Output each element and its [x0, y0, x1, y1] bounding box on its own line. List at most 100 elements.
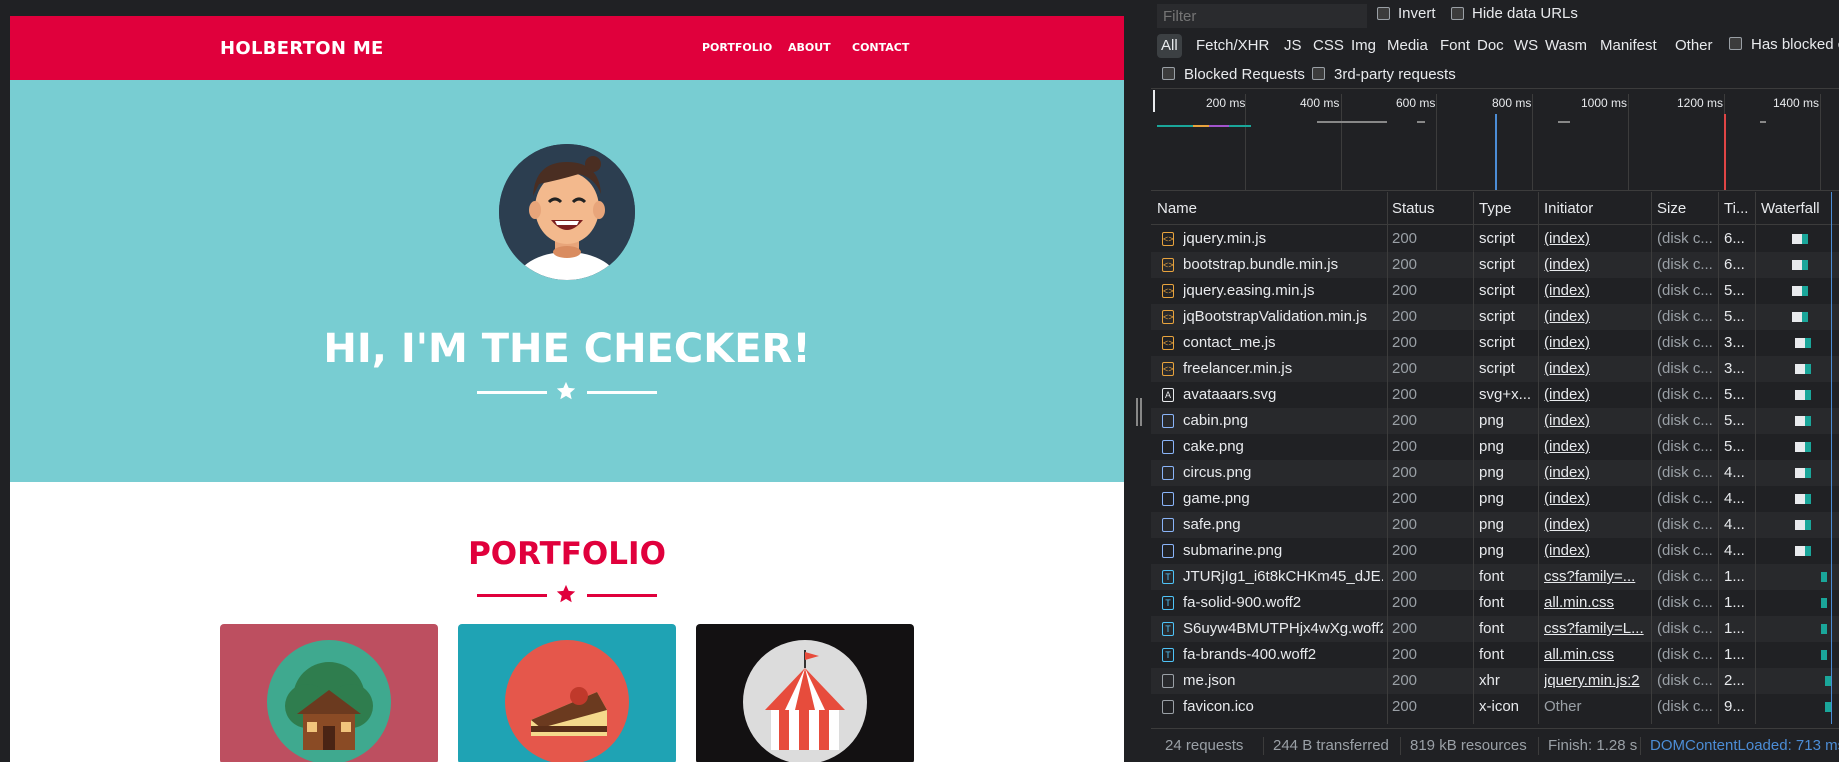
splitter-grip[interactable]	[1136, 398, 1142, 426]
table-row[interactable]: <> freelancer.min.js 200 script (index) (disk…	[1151, 356, 1839, 382]
request-name[interactable]: S6uyw4BMUTPHjx4wXg.woff2	[1183, 620, 1383, 637]
load-marker	[1724, 114, 1726, 190]
request-initiator[interactable]: (index)	[1544, 516, 1648, 533]
type-filter-other[interactable]: Other	[1675, 34, 1713, 58]
type-filter-wasm[interactable]: Wasm	[1545, 34, 1587, 58]
site-brand[interactable]: HOLBERTON ME	[220, 38, 384, 59]
third-party-checkbox[interactable]	[1312, 67, 1325, 80]
table-row[interactable]: T S6uyw4BMUTPHjx4wXg.woff2 200 font css?fami…	[1151, 616, 1839, 642]
request-name[interactable]: avataaars.svg	[1183, 386, 1383, 403]
request-name[interactable]: submarine.png	[1183, 542, 1383, 559]
table-row[interactable]: me.json 200 xhr jquery.min.js:2 (disk c... 2.…	[1151, 668, 1839, 694]
request-initiator[interactable]: (index)	[1544, 490, 1648, 507]
column-header-name[interactable]: Name	[1157, 200, 1197, 217]
request-name[interactable]: jqBootstrapValidation.min.js	[1183, 308, 1383, 325]
request-initiator[interactable]: css?family=...	[1544, 568, 1648, 585]
waterfall-bar	[1821, 572, 1827, 582]
nav-link-about[interactable]: ABOUT	[788, 41, 831, 54]
table-row[interactable]: <> jqBootstrapValidation.min.js 200 script (…	[1151, 304, 1839, 330]
table-row[interactable]: cake.png 200 png (index) (disk c... 5...	[1151, 434, 1839, 460]
request-initiator[interactable]: (index)	[1544, 230, 1648, 247]
request-name[interactable]: fa-solid-900.woff2	[1183, 594, 1383, 611]
request-initiator[interactable]: (index)	[1544, 334, 1648, 351]
column-header-initiator[interactable]: Initiator	[1544, 200, 1593, 217]
request-name[interactable]: game.png	[1183, 490, 1383, 507]
request-initiator[interactable]: (index)	[1544, 542, 1648, 559]
request-name[interactable]: jquery.easing.min.js	[1183, 282, 1383, 299]
network-status-bar: 24 requests 244 B transferred 819 kB res…	[1151, 728, 1839, 762]
type-filter-media[interactable]: Media	[1387, 34, 1428, 58]
blocked-requests-checkbox[interactable]	[1162, 67, 1175, 80]
request-name[interactable]: fa-brands-400.woff2	[1183, 646, 1383, 663]
request-name[interactable]: JTURjIg1_i6t8kCHKm45_dJE...	[1183, 568, 1383, 585]
request-initiator[interactable]: (index)	[1544, 386, 1648, 403]
request-name[interactable]: favicon.ico	[1183, 698, 1383, 715]
request-name[interactable]: jquery.min.js	[1183, 230, 1383, 247]
portfolio-card-cake[interactable]	[458, 624, 676, 762]
request-initiator[interactable]: (index)	[1544, 256, 1648, 273]
table-row[interactable]: cabin.png 200 png (index) (disk c... 5...	[1151, 408, 1839, 434]
column-header-size[interactable]: Size	[1657, 200, 1686, 217]
request-initiator[interactable]: jquery.min.js:2	[1544, 672, 1648, 689]
type-filter-doc[interactable]: Doc	[1477, 34, 1504, 58]
table-row[interactable]: Tfa-brands-400.woff2 200 font all.min.css (d…	[1151, 642, 1839, 668]
column-header-time[interactable]: Ti...	[1724, 200, 1748, 217]
table-row[interactable]: favicon.ico 200 x-icon Other (disk c... 9...	[1151, 694, 1839, 720]
request-initiator[interactable]: all.min.css	[1544, 594, 1648, 611]
request-initiator[interactable]: (index)	[1544, 412, 1648, 429]
type-filter-all[interactable]: All	[1157, 34, 1182, 58]
type-filter-ws[interactable]: WS	[1514, 34, 1538, 58]
script-icon: <>	[1162, 362, 1174, 376]
table-row[interactable]: <> contact_me.js 200 script (index) (disk c..…	[1151, 330, 1839, 356]
table-row[interactable]: <> jquery.easing.min.js 200 script (index) (d…	[1151, 278, 1839, 304]
request-type: font	[1479, 594, 1505, 611]
request-name[interactable]: circus.png	[1183, 464, 1383, 481]
portfolio-card-cabin[interactable]	[220, 624, 438, 762]
table-row[interactable]: Tfa-solid-900.woff2 200 font all.min.css (di…	[1151, 590, 1839, 616]
nav-link-contact[interactable]: CONTACT	[852, 41, 909, 54]
request-status: 200	[1392, 230, 1418, 247]
hide-data-urls-checkbox[interactable]	[1451, 7, 1464, 20]
has-blocked-cookies-checkbox[interactable]	[1729, 37, 1742, 50]
column-header-status[interactable]: Status	[1392, 200, 1435, 217]
filter-input[interactable]	[1157, 4, 1367, 28]
request-name[interactable]: freelancer.min.js	[1183, 360, 1383, 377]
request-name[interactable]: me.json	[1183, 672, 1383, 689]
table-row[interactable]: <> jquery.min.js 200 script (index) (disk c..…	[1151, 226, 1839, 252]
column-header-waterfall[interactable]: Waterfall	[1761, 200, 1820, 217]
request-initiator[interactable]: css?family=L...	[1544, 620, 1648, 637]
request-initiator[interactable]: (index)	[1544, 360, 1648, 377]
table-row[interactable]: <> bootstrap.bundle.min.js 200 script (index…	[1151, 252, 1839, 278]
table-row[interactable]: circus.png 200 png (index) (disk c... 4...	[1151, 460, 1839, 486]
type-filter-img[interactable]: Img	[1351, 34, 1376, 58]
table-row[interactable]: T JTURjIg1_i6t8kCHKm45_dJE... 200 font css?f…	[1151, 564, 1839, 590]
table-row[interactable]: submarine.png 200 png (index) (disk c... 4...	[1151, 538, 1839, 564]
request-initiator[interactable]: (index)	[1544, 438, 1648, 455]
type-filter-js[interactable]: JS	[1284, 34, 1302, 58]
table-row[interactable]: Aavataaars.svg 200 svg+x... (index) (disk c.…	[1151, 382, 1839, 408]
request-initiator[interactable]: all.min.css	[1544, 646, 1648, 663]
type-filter-font[interactable]: Font	[1440, 34, 1470, 58]
request-initiator[interactable]: (index)	[1544, 308, 1648, 325]
portfolio-card-circus[interactable]	[696, 624, 914, 762]
column-header-type[interactable]: Type	[1479, 200, 1512, 217]
request-name[interactable]: cabin.png	[1183, 412, 1383, 429]
table-row[interactable]: game.png 200 png (index) (disk c... 4...	[1151, 486, 1839, 512]
request-name[interactable]: contact_me.js	[1183, 334, 1383, 351]
request-status: 200	[1392, 646, 1418, 663]
panel-splitter[interactable]	[1128, 0, 1151, 762]
request-name[interactable]: cake.png	[1183, 438, 1383, 455]
request-initiator[interactable]: Other	[1544, 698, 1648, 715]
nav-link-portfolio[interactable]: PORTFOLIO	[702, 41, 772, 54]
request-name[interactable]: bootstrap.bundle.min.js	[1183, 256, 1383, 273]
type-filter-css[interactable]: CSS	[1313, 34, 1344, 58]
request-initiator[interactable]: (index)	[1544, 282, 1648, 299]
request-size: (disk c...	[1657, 568, 1713, 585]
type-filter-manifest[interactable]: Manifest	[1600, 34, 1657, 58]
request-name[interactable]: safe.png	[1183, 516, 1383, 533]
table-row[interactable]: safe.png 200 png (index) (disk c... 4...	[1151, 512, 1839, 538]
request-initiator[interactable]: (index)	[1544, 464, 1648, 481]
type-filter-fetch-xhr[interactable]: Fetch/XHR	[1196, 34, 1269, 58]
request-type: x-icon	[1479, 698, 1520, 715]
invert-checkbox[interactable]	[1377, 7, 1390, 20]
